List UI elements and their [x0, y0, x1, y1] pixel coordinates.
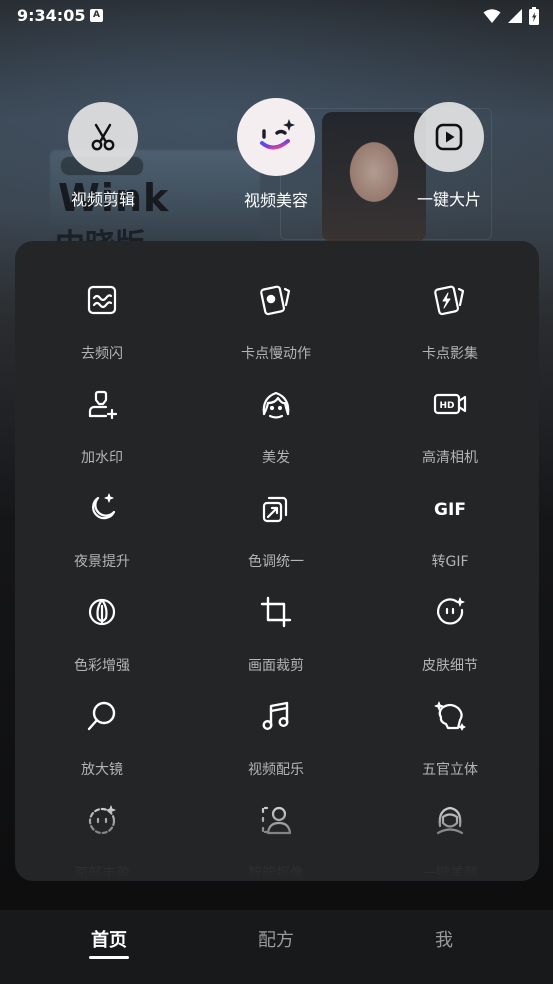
tool-watermark[interactable]: 加水印 — [15, 362, 189, 466]
tool-label: 高清相机 — [422, 450, 478, 466]
feature-video-beauty-circle — [237, 98, 315, 176]
tab-me[interactable]: 我 — [384, 926, 504, 952]
tool-magnifier[interactable]: 放大镜 — [15, 674, 189, 778]
feature-one-click-film-circle — [414, 102, 484, 172]
tool-music[interactable]: 视频配乐 — [189, 674, 363, 778]
tool-label: 面部丰盈 — [74, 866, 130, 881]
album-icon — [434, 285, 465, 316]
slow-motion-icon — [260, 285, 291, 316]
tool-label: 色彩增强 — [74, 658, 130, 674]
tool-slow-motion[interactable]: 卡点慢动作 — [189, 258, 363, 362]
tool-hair[interactable]: 美发 — [189, 362, 363, 466]
hd-text: HD — [439, 401, 454, 411]
status-bar: 9:34:05 A — [0, 0, 553, 32]
color-unify-icon — [262, 496, 288, 523]
tool-color-unify[interactable]: 色调统一 — [189, 466, 363, 570]
tool-color-enhance[interactable]: 色彩增强 — [15, 570, 189, 674]
tool-label: 夜景提升 — [74, 554, 130, 570]
tool-one-click-beauty[interactable]: 一键美颜 — [363, 778, 537, 881]
music-note-icon — [262, 701, 289, 731]
active-tab-indicator — [89, 956, 129, 959]
play-icon — [435, 123, 463, 151]
tool-night-enhance[interactable]: 夜景提升 — [15, 466, 189, 570]
feature-video-edit[interactable]: 视频剪辑 — [43, 102, 163, 210]
battery-icon — [529, 7, 539, 25]
watermark-icon — [88, 390, 118, 420]
tool-hd-camera[interactable]: HD 高清相机 — [363, 362, 537, 466]
tool-label: 卡点慢动作 — [241, 346, 311, 362]
scissors-icon — [91, 123, 115, 151]
hd-camera-icon: HD — [433, 393, 467, 415]
signal-icon — [508, 9, 522, 23]
tool-skin-detail[interactable]: 皮肤细节 — [363, 570, 537, 674]
tool-label: 智能抠像 — [248, 866, 304, 881]
gif-icon: GIF — [434, 500, 466, 520]
hair-icon — [262, 391, 290, 419]
tool-smart-cutout[interactable]: 智能抠像 — [189, 778, 363, 881]
beauty-icon — [436, 806, 464, 835]
tool-gif[interactable]: GIF 转GIF — [363, 466, 537, 570]
color-leaf-icon — [88, 598, 116, 626]
bottom-nav: 首页 配方 我 — [0, 910, 553, 984]
status-time: 9:34:05 — [17, 6, 86, 25]
tool-label: 转GIF — [431, 554, 469, 570]
wink-face-icon — [260, 119, 295, 150]
tools-panel: 去频闪 卡点慢动作 卡点影集 加水印 美发 HD 高清相机 夜景提升 色调统一 … — [15, 241, 539, 881]
feature-label: 视频剪辑 — [70, 190, 135, 209]
smart-cutout-icon — [261, 806, 292, 835]
feature-label: 一键大片 — [416, 190, 481, 209]
tool-label: 一键美颜 — [422, 866, 478, 881]
tool-label: 去频闪 — [81, 346, 123, 362]
tool-crop[interactable]: 画面裁剪 — [189, 570, 363, 674]
tool-label: 美发 — [262, 450, 290, 466]
face-3d-icon — [434, 701, 466, 731]
face-fill-icon — [88, 805, 116, 835]
tool-label: 画面裁剪 — [248, 658, 304, 674]
skin-detail-icon — [436, 597, 465, 625]
tool-face-fill[interactable]: 面部丰盈 — [15, 778, 189, 881]
night-moon-icon — [92, 493, 116, 520]
feature-video-beauty[interactable]: 视频美容 — [216, 98, 336, 211]
tool-label: 卡点影集 — [422, 346, 478, 362]
tool-label: 色调统一 — [248, 554, 304, 570]
tool-label: 放大镜 — [81, 762, 123, 778]
feature-label: 视频美容 — [243, 191, 308, 210]
tab-home[interactable]: 首页 — [49, 926, 169, 952]
status-icons — [483, 6, 539, 26]
tab-recipes[interactable]: 配方 — [216, 926, 336, 952]
magnifier-icon — [87, 701, 116, 731]
tool-face-3d[interactable]: 五官立体 — [363, 674, 537, 778]
feature-video-edit-circle — [68, 102, 138, 172]
wifi-icon — [483, 9, 501, 23]
tool-deflicker[interactable]: 去频闪 — [15, 258, 189, 362]
gif-text: GIF — [434, 500, 466, 520]
deflicker-icon — [87, 285, 117, 315]
feature-one-click-film[interactable]: 一键大片 — [389, 102, 509, 210]
tool-album[interactable]: 卡点影集 — [363, 258, 537, 362]
tool-label: 加水印 — [81, 450, 123, 466]
tool-label: 五官立体 — [422, 762, 478, 778]
crop-icon — [260, 596, 292, 628]
tool-label: 视频配乐 — [248, 762, 304, 778]
notification-icon: A — [90, 9, 103, 22]
tool-label: 皮肤细节 — [422, 658, 478, 674]
